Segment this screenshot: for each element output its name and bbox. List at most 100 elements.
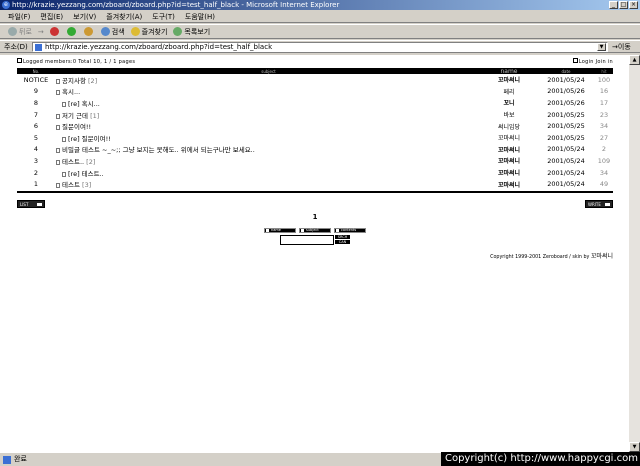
post-author[interactable]: 바보 [481,110,537,119]
write-button[interactable]: WRITE [585,199,613,208]
page-icon [35,44,42,51]
vertical-scrollbar[interactable]: ▲ ▼ [629,55,640,452]
post-subject-link[interactable]: 테스트 [62,181,80,189]
minimize-button[interactable]: _ [609,1,618,9]
post-subject-link[interactable]: [re] 테스트.. [68,170,104,178]
post-list: NOTICE 공지사항 [2] 꼬마써니 2001/05/24 100 9 혹시... 페리… [17,74,613,190]
members-info: Logged members:0 Total 10, 1 / 1 pages [17,58,135,65]
table-row: NOTICE 공지사항 [2] 꼬마써니 2001/05/24 100 [17,74,613,86]
history-button[interactable]: 목록보기 [173,27,210,37]
address-label: 주소(D) [4,42,28,51]
document-icon [62,101,66,107]
scroll-down-icon[interactable]: ▼ [629,442,640,452]
board-info-bar: Logged members:0 Total 10, 1 / 1 pages L… [17,58,613,65]
history-icon [173,27,183,36]
stop-button[interactable] [49,27,61,36]
search-form: SRCH CAN [17,234,613,245]
comment-count: [3] [82,181,92,190]
post-number: 3 [33,156,39,165]
post-hits: 16 [599,87,609,96]
search-input[interactable] [280,234,334,245]
post-author[interactable]: 꼬마써니 [481,180,537,189]
post-hits: 34 [599,168,609,177]
window-title: http://krazie.yezzang.com/zboard/zboard.… [12,1,340,9]
post-number: 4 [33,145,39,154]
document-icon [56,183,60,189]
menu-edit[interactable]: 편집(E) [40,12,63,22]
title-bar: e http://krazie.yezzang.com/zboard/zboar… [0,0,640,10]
post-date: 2001/05/26 [547,87,585,96]
post-date: 2001/05/26 [547,98,585,107]
search-icon [100,27,110,36]
post-date: 2001/05/25 [547,110,585,119]
search-option-name[interactable]: name [264,227,296,233]
toolbar: 뒤로 → 검색 즐겨찾기 목록보기 [0,24,640,39]
post-date: 2001/05/25 [547,122,585,131]
post-subject-link[interactable]: 저기 근데 [62,112,88,120]
search-submit-button[interactable]: SRCH [335,234,350,239]
post-author[interactable]: 꼬마써니 [481,156,537,165]
table-row: 5 [re] 질문이여!! 꼬마써니 2001/05/25 27 [17,132,613,144]
post-subject-link[interactable]: 테스트.. [62,158,84,166]
scroll-up-icon[interactable]: ▲ [629,55,640,65]
post-subject-link[interactable]: 질문이여!! [62,123,91,131]
menu-view[interactable]: 보기(V) [73,12,96,22]
forward-button[interactable]: → [38,28,44,36]
back-button[interactable]: 뒤로 [8,27,32,37]
post-subject-cell: 질문이여!! [55,121,481,131]
header-hit: hit [601,68,607,74]
menu-tools[interactable]: 도구(T) [152,12,175,22]
post-subject-link[interactable]: 비밀글 테스트 ~_~;; 그냥 보지는 못해도.. 위에서 되는구나만 보세요… [62,146,255,154]
address-input[interactable]: http://krazie.yezzang.com/zboard/zboard.… [32,42,608,52]
post-author[interactable]: 꼬니 [481,98,537,107]
post-author[interactable]: 꼬마써니 [481,75,537,84]
post-hits: 100 [597,75,611,84]
ie-logo-icon: e [2,1,10,9]
login-link[interactable]: Login Join in [573,58,613,65]
post-author[interactable]: 꼬마써니 [481,145,537,154]
comment-count: [2] [86,157,96,166]
refresh-button[interactable] [66,27,78,36]
page-number[interactable]: 1 [17,213,613,221]
post-author[interactable]: 페리 [481,87,537,96]
post-author[interactable]: 써니임당 [481,122,537,131]
post-subject-link[interactable]: 혹시... [62,88,80,96]
post-number: 5 [33,133,39,142]
post-subject-link[interactable]: [re] 혹시... [68,100,100,108]
post-hits: 17 [599,98,609,107]
post-author[interactable]: 꼬마써니 [481,133,537,142]
document-icon [56,113,60,119]
table-header: No. subject name date hit [17,68,613,75]
close-button[interactable]: × [629,1,638,9]
search-option-contents[interactable]: contents [334,227,366,233]
maximize-button[interactable]: □ [619,1,628,9]
search-option-subject[interactable]: subject [299,227,331,233]
menu-help[interactable]: 도움말(H) [185,12,215,22]
post-author[interactable]: 꼬마써니 [481,168,537,177]
address-dropdown-icon[interactable]: ▼ [597,43,606,51]
post-date: 2001/05/24 [547,168,585,177]
menu-favorites[interactable]: 즐겨찾기(A) [106,12,142,22]
go-button[interactable]: →이동 [612,42,631,52]
search-button[interactable]: 검색 [100,27,125,37]
status-text: 완료 [14,455,27,463]
post-number: NOTICE [23,75,49,84]
post-number: 9 [33,87,39,96]
post-subject-link[interactable]: [re] 질문이여!! [68,135,111,143]
home-button[interactable] [83,27,95,36]
post-subject-link[interactable]: 공지사항 [62,77,86,85]
watermark: Copyright(c) http://www.happycgi.com [440,452,640,466]
page-content: Logged members:0 Total 10, 1 / 1 pages L… [0,55,629,452]
search-cancel-button[interactable]: CAN [335,239,350,244]
list-button[interactable]: LIST [17,199,45,208]
post-hits: 2 [601,145,607,154]
favorites-button[interactable]: 즐겨찾기 [130,27,167,37]
document-icon [56,125,60,131]
document-icon [62,171,66,177]
menu-bar: 파일(F) 편집(E) 보기(V) 즐겨찾기(A) 도구(T) 도움말(H) [0,11,640,23]
menu-file[interactable]: 파일(F) [8,12,30,22]
post-subject-cell: 저기 근데 [1] [55,110,481,120]
post-date: 2001/05/24 [547,145,585,154]
browser-window: e http://krazie.yezzang.com/zboard/zboar… [0,0,640,466]
copyright-text: Copyright 1999-2001 Zeroboard / skin by [490,254,590,260]
